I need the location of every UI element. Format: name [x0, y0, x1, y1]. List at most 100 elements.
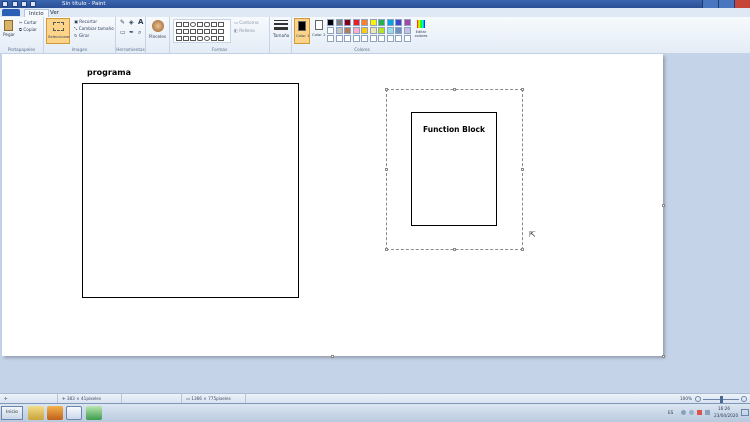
shape-curve-icon[interactable] [183, 22, 189, 27]
app-icon[interactable] [2, 1, 8, 7]
magnifier-icon[interactable]: ⌕ [138, 30, 141, 36]
shape-line-icon[interactable] [176, 22, 182, 27]
color2-button[interactable]: Color 2 [312, 18, 326, 44]
cut-button[interactable]: ✂ Cortar [19, 20, 37, 25]
shape-five-point-star-icon[interactable] [183, 36, 189, 41]
clock-time[interactable]: 16:26 [718, 406, 730, 411]
palette-swatch[interactable] [344, 35, 351, 42]
palette-swatch[interactable] [352, 35, 360, 42]
fill-icon[interactable]: ◈ [129, 20, 134, 26]
palette-swatch[interactable] [403, 19, 411, 26]
close-button[interactable] [734, 0, 750, 8]
palette-swatch[interactable] [378, 27, 385, 34]
explorer-taskbar-icon[interactable] [28, 406, 44, 420]
shape-rectangle-icon[interactable] [197, 22, 203, 27]
shape-lightning-icon[interactable] [218, 36, 224, 41]
tray-show-hidden-icon[interactable] [681, 410, 686, 415]
palette-swatch[interactable] [335, 19, 343, 26]
zoom-in-button[interactable] [741, 396, 747, 402]
copy-button[interactable]: ⧉ Copiar [19, 27, 37, 32]
palette-swatch[interactable] [327, 27, 334, 34]
palette-swatch[interactable] [369, 19, 377, 26]
brush-icon[interactable] [152, 20, 164, 32]
start-button[interactable]: Inicio [1, 406, 23, 420]
shape-four-point-star-icon[interactable] [176, 36, 182, 41]
palette-swatch[interactable] [327, 19, 334, 26]
palette-swatch[interactable] [395, 27, 402, 34]
text-icon[interactable]: A [138, 19, 143, 26]
save-icon[interactable] [12, 1, 18, 7]
palette-swatch[interactable] [378, 19, 385, 26]
palette-swatch[interactable] [386, 19, 394, 26]
palette-swatch[interactable] [403, 27, 411, 34]
redo-icon[interactable] [30, 1, 36, 7]
palette-swatch[interactable] [378, 35, 385, 42]
palette-swatch[interactable] [369, 27, 377, 34]
selection-handle-l[interactable] [385, 168, 388, 171]
palette-swatch[interactable] [395, 19, 402, 26]
tray-alert-icon[interactable] [697, 410, 702, 415]
shape-arrow-right-icon[interactable] [204, 29, 210, 34]
brushes-label[interactable]: Pinceles [149, 34, 166, 39]
shape-polygon-icon[interactable] [211, 22, 217, 27]
eraser-icon[interactable]: ▭ [120, 30, 126, 36]
palette-swatch[interactable] [335, 35, 343, 42]
pencil-icon[interactable]: ✎ [120, 20, 125, 26]
paste-icon[interactable] [4, 20, 13, 31]
palette-swatch[interactable] [352, 27, 360, 34]
color-picker-icon[interactable]: ✒ [129, 30, 134, 36]
size-label[interactable]: Tamaño [273, 33, 289, 38]
shape-triangle-icon[interactable] [218, 22, 224, 27]
shape-callout-icon[interactable] [197, 36, 203, 41]
palette-swatch[interactable] [327, 35, 334, 42]
action-center-icon[interactable] [741, 409, 749, 416]
palette-swatch[interactable] [386, 35, 394, 42]
zoom-out-button[interactable] [695, 396, 701, 402]
zoom-slider-thumb[interactable] [720, 396, 723, 403]
canvas-resize-handle-corner[interactable] [662, 355, 665, 358]
outline-button[interactable]: ▭ Contorno [234, 20, 259, 25]
shapes-gallery[interactable] [173, 19, 231, 43]
palette-swatch[interactable] [386, 27, 394, 34]
selection-handle-b[interactable] [453, 248, 456, 251]
undo-icon[interactable] [21, 1, 27, 7]
shape-arrow-left-icon[interactable] [211, 29, 217, 34]
palette-swatch[interactable] [361, 19, 368, 26]
select-button[interactable]: Seleccionar [46, 18, 70, 44]
palette-swatch[interactable] [352, 19, 360, 26]
color1-button[interactable]: Color 1 [294, 18, 310, 44]
shape-cloud-callout-icon[interactable] [204, 36, 210, 41]
minimize-button[interactable] [702, 0, 718, 8]
canvas-resize-handle-bottom[interactable] [331, 355, 334, 358]
shape-diamond-icon[interactable] [183, 29, 189, 34]
paste-label[interactable]: Pegar [3, 32, 15, 37]
tray-network-icon[interactable] [689, 410, 694, 415]
network-app-taskbar-icon[interactable] [86, 406, 102, 420]
shape-arrow-up-icon[interactable] [218, 29, 224, 34]
palette-swatch[interactable] [369, 35, 377, 42]
shape-oval-icon[interactable] [190, 22, 196, 27]
tray-volume-icon[interactable] [705, 410, 710, 415]
palette-swatch[interactable] [403, 35, 411, 42]
palette-swatch[interactable] [344, 19, 351, 26]
paint-taskbar-icon[interactable] [66, 406, 82, 420]
selection-handle-r[interactable] [521, 168, 524, 171]
maximize-button[interactable] [718, 0, 734, 8]
palette-swatch[interactable] [344, 27, 351, 34]
selection-handle-tr[interactable] [521, 88, 524, 91]
crop-button[interactable]: ▣ Recortar [74, 19, 97, 24]
clock-date[interactable]: 23/04/2020 [714, 413, 738, 418]
palette-swatch[interactable] [361, 35, 368, 42]
rotate-button[interactable]: ↻ Girar [74, 33, 89, 38]
shape-rounded-rect-icon[interactable] [204, 22, 210, 27]
canvas-resize-handle-right[interactable] [662, 204, 665, 207]
resize-button[interactable]: ⤡ Cambiar tamaño [74, 26, 114, 31]
edit-colors-button[interactable]: Editar colores [414, 19, 428, 43]
selection-handle-br[interactable] [521, 248, 524, 251]
shape-six-point-star-icon[interactable] [190, 36, 196, 41]
palette-swatch[interactable] [395, 35, 402, 42]
file-menu-button[interactable] [2, 9, 20, 16]
language-indicator[interactable]: ES [668, 410, 673, 415]
selection-handle-bl[interactable] [385, 248, 388, 251]
palette-swatch[interactable] [335, 27, 343, 34]
